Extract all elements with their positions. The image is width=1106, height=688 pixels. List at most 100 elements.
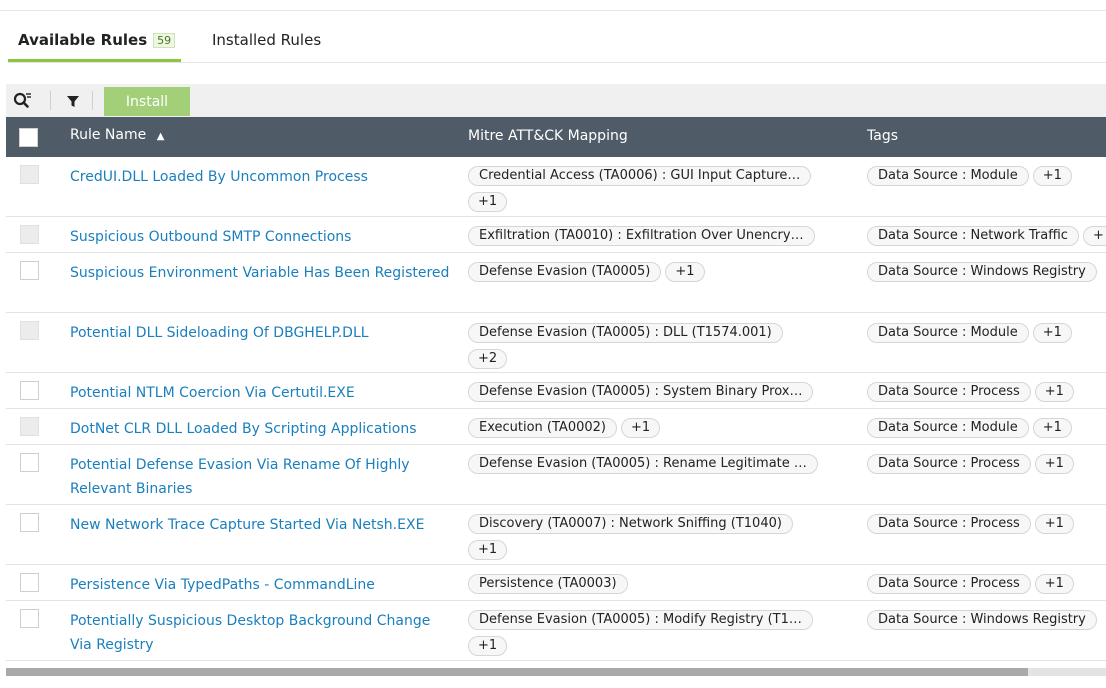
- mitre-tag[interactable]: Defense Evasion (TA0005) : DLL (T1574.00…: [468, 323, 783, 343]
- rule-name-link[interactable]: Potential NTLM Coercion Via Certutil.EXE: [70, 381, 450, 405]
- tag-pill[interactable]: Data Source : Process: [867, 382, 1031, 402]
- rule-name-link[interactable]: Potentially Suspicious Desktop Backgroun…: [70, 609, 450, 657]
- row-checkbox[interactable]: [20, 417, 39, 436]
- table-row: New Network Trace Capture Started Via Ne…: [6, 505, 1106, 565]
- more-tags-badge[interactable]: +: [1082, 226, 1106, 246]
- mitre-cell: Persistence (TA0003): [468, 574, 858, 600]
- table-row: Potential DLL Sideloading Of DBGHELP.DLL…: [6, 313, 1106, 373]
- tab-label: Available Rules: [18, 31, 148, 49]
- more-mitre-badge[interactable]: +1: [620, 418, 661, 438]
- more-tags-badge[interactable]: +1: [1032, 166, 1072, 186]
- row-checkbox[interactable]: [20, 513, 39, 532]
- rule-name-link[interactable]: CredUI.DLL Loaded By Uncommon Process: [70, 165, 450, 189]
- more-tags-badge[interactable]: +1: [1032, 323, 1072, 343]
- rules-table-body: CredUI.DLL Loaded By Uncommon Process Cr…: [6, 157, 1106, 661]
- table-row: Potentially Suspicious Desktop Backgroun…: [6, 601, 1106, 661]
- mitre-tag[interactable]: Execution (TA0002): [468, 418, 617, 438]
- mitre-cell: Defense Evasion (TA0005) : Modify Regist…: [468, 610, 858, 662]
- row-checkbox[interactable]: [20, 609, 39, 628]
- table-row: Persistence Via TypedPaths - CommandLine…: [6, 565, 1106, 601]
- mitre-tag[interactable]: Exfiltration (TA0010) : Exfiltration Ove…: [468, 226, 815, 246]
- tag-pill[interactable]: Data Source : Windows Registry: [867, 262, 1097, 282]
- more-mitre-badge[interactable]: +1: [468, 636, 508, 656]
- top-divider: [0, 10, 1106, 11]
- table-row: Potential NTLM Coercion Via Certutil.EXE…: [6, 373, 1106, 409]
- row-checkbox[interactable]: [20, 261, 39, 280]
- select-all-checkbox[interactable]: [19, 128, 38, 147]
- tag-pill[interactable]: Data Source : Process: [867, 454, 1031, 474]
- mitre-tag[interactable]: Discovery (TA0007) : Network Sniffing (T…: [468, 514, 793, 534]
- more-tags-badge[interactable]: +1: [1034, 382, 1074, 402]
- tags-cell: Data Source : Module +1: [867, 166, 1106, 192]
- mitre-tag[interactable]: Credential Access (TA0006) : GUI Input C…: [468, 166, 812, 186]
- row-checkbox[interactable]: [20, 165, 39, 184]
- toolbar: Install: [6, 84, 1106, 117]
- table-row: CredUI.DLL Loaded By Uncommon Process Cr…: [6, 157, 1106, 217]
- mitre-tag[interactable]: Persistence (TA0003): [468, 574, 628, 594]
- filter-icon[interactable]: [62, 90, 84, 112]
- mitre-cell: Discovery (TA0007) : Network Sniffing (T…: [468, 514, 858, 566]
- tab-available-rules[interactable]: Available Rules 59: [7, 31, 182, 62]
- more-mitre-badge[interactable]: +1: [468, 192, 508, 212]
- more-tags-badge[interactable]: +1: [1034, 514, 1074, 534]
- rule-name-link[interactable]: Potential Defense Evasion Via Rename Of …: [70, 453, 450, 501]
- rule-name-link[interactable]: Suspicious Environment Variable Has Been…: [70, 261, 450, 285]
- row-checkbox[interactable]: [20, 453, 39, 472]
- tag-pill[interactable]: Data Source : Process: [867, 514, 1031, 534]
- mitre-cell: Defense Evasion (TA0005) +1: [468, 262, 858, 288]
- rule-count-badge: 59: [153, 33, 176, 48]
- install-button[interactable]: Install: [104, 87, 190, 116]
- mitre-cell: Credential Access (TA0006) : GUI Input C…: [468, 166, 858, 218]
- more-tags-badge[interactable]: +1: [1032, 418, 1072, 438]
- mitre-cell: Defense Evasion (TA0005) : Rename Legiti…: [468, 454, 858, 480]
- tags-cell: Data Source : Module +1: [867, 418, 1106, 444]
- row-checkbox[interactable]: [20, 225, 39, 244]
- tag-pill[interactable]: Data Source : Module: [867, 418, 1029, 438]
- tag-pill[interactable]: Data Source : Windows Registry: [867, 610, 1097, 630]
- more-mitre-badge[interactable]: +2: [468, 349, 508, 369]
- scrollbar-thumb[interactable]: [6, 668, 1028, 676]
- row-checkbox[interactable]: [20, 381, 39, 400]
- tag-pill[interactable]: Data Source : Module: [867, 323, 1029, 343]
- column-label: Rule Name: [70, 127, 147, 143]
- toolbar-divider: [92, 91, 93, 110]
- table-row: DotNet CLR DLL Loaded By Scripting Appli…: [6, 409, 1106, 445]
- tab-installed-rules[interactable]: Installed Rules: [212, 31, 321, 61]
- tag-pill[interactable]: Data Source : Process: [867, 574, 1031, 594]
- table-row: Suspicious Environment Variable Has Been…: [6, 253, 1106, 313]
- tags-cell: Data Source : Process +1: [867, 454, 1106, 480]
- mitre-cell: Execution (TA0002) +1: [468, 418, 858, 444]
- mitre-tag[interactable]: Defense Evasion (TA0005) : Modify Regist…: [468, 610, 813, 630]
- more-tags-badge[interactable]: +1: [1034, 454, 1074, 474]
- tags-cell: Data Source : Process +1: [867, 514, 1106, 540]
- tags-cell: Data Source : Module +1: [867, 323, 1106, 349]
- mitre-cell: Defense Evasion (TA0005) : System Binary…: [468, 382, 858, 408]
- mitre-tag[interactable]: Defense Evasion (TA0005) : System Binary…: [468, 382, 814, 402]
- horizontal-scrollbar[interactable]: [6, 668, 1106, 676]
- table-row: Suspicious Outbound SMTP Connections Exf…: [6, 217, 1106, 253]
- table-header: Rule Name ▲ Mitre ATT&CK Mapping Tags: [6, 117, 1106, 157]
- tags-cell: Data Source : Windows Registry: [867, 262, 1106, 288]
- rule-name-link[interactable]: Potential DLL Sideloading Of DBGHELP.DLL: [70, 321, 450, 345]
- tab-label: Installed Rules: [212, 31, 322, 49]
- rule-name-link[interactable]: Persistence Via TypedPaths - CommandLine: [70, 573, 450, 597]
- table-row: Potential Defense Evasion Via Rename Of …: [6, 445, 1106, 505]
- tags-cell: Data Source : Windows Registry: [867, 610, 1106, 636]
- rule-name-link[interactable]: New Network Trace Capture Started Via Ne…: [70, 513, 450, 537]
- tags-cell: Data Source : Process +1: [867, 382, 1106, 408]
- row-checkbox[interactable]: [20, 573, 39, 592]
- mitre-tag[interactable]: Defense Evasion (TA0005) : Rename Legiti…: [468, 454, 818, 474]
- mitre-tag[interactable]: Defense Evasion (TA0005): [468, 262, 662, 282]
- rule-name-link[interactable]: Suspicious Outbound SMTP Connections: [70, 225, 450, 249]
- more-tags-badge[interactable]: +1: [1034, 574, 1074, 594]
- more-mitre-badge[interactable]: +1: [665, 262, 705, 282]
- column-tags: Tags: [867, 128, 898, 144]
- column-rule-name[interactable]: Rule Name ▲: [70, 127, 164, 143]
- search-settings-icon[interactable]: [12, 90, 34, 112]
- mitre-cell: Defense Evasion (TA0005) : DLL (T1574.00…: [468, 323, 858, 375]
- tag-pill[interactable]: Data Source : Network Traffic: [867, 226, 1079, 246]
- row-checkbox[interactable]: [20, 321, 39, 340]
- tag-pill[interactable]: Data Source : Module: [867, 166, 1029, 186]
- rule-name-link[interactable]: DotNet CLR DLL Loaded By Scripting Appli…: [70, 417, 450, 441]
- more-mitre-badge[interactable]: +1: [468, 540, 508, 560]
